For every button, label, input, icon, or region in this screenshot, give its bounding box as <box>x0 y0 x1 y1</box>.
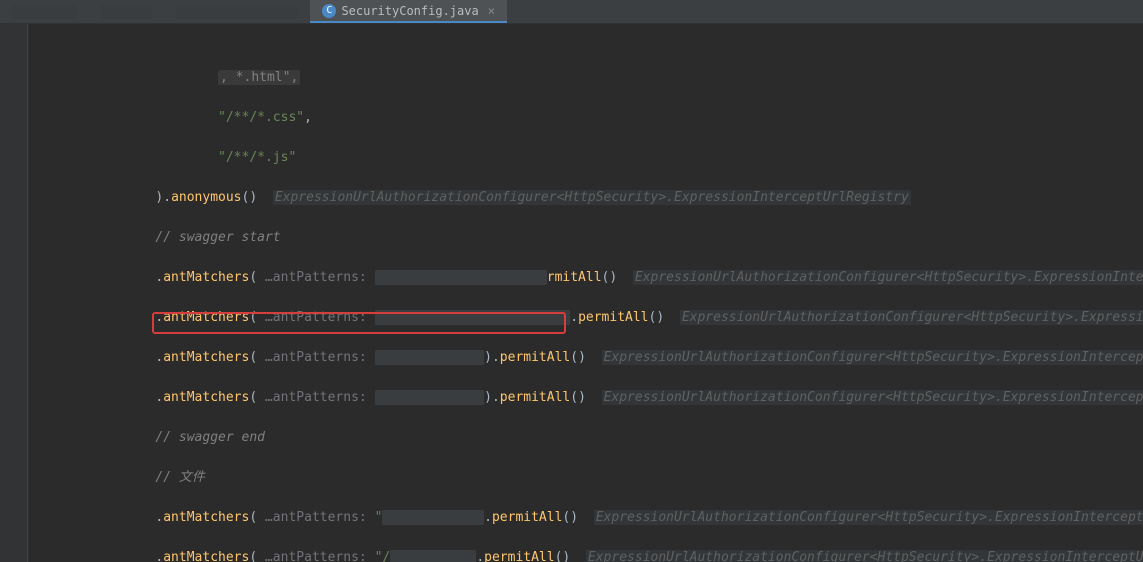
editor-tab-security-config[interactable]: C SecurityConfig.java × <box>310 0 507 23</box>
tab-label: SecurityConfig.java <box>341 4 478 18</box>
method-call: anonymous <box>171 190 241 205</box>
editor-tab-1[interactable]: xxxxxxxxx <box>0 0 89 23</box>
method-call: antMatchers <box>163 390 249 405</box>
method-call: antMatchers <box>163 310 249 325</box>
method-call: antMatchers <box>163 550 249 562</box>
editor-area: , *.html", "/**/*.css", "/**/*.js" ).ano… <box>0 24 1143 562</box>
close-tab-icon[interactable]: × <box>488 4 495 18</box>
editor-tab-2[interactable]: xxxxxxx <box>89 0 164 23</box>
comment: // 文件 <box>155 470 204 485</box>
string-literal: "/**/*.js" <box>218 150 296 165</box>
type-hint: ExpressionUrlAuthorizationConfigurer<Htt… <box>602 390 1143 405</box>
comment: // swagger end <box>155 430 265 445</box>
code-editor[interactable]: , *.html", "/**/*.css", "/**/*.js" ).ano… <box>28 24 1143 562</box>
method-call: antMatchers <box>163 270 249 285</box>
type-hint: ExpressionUrlAuthorizationConfigurer<Htt… <box>594 510 1143 525</box>
method-call: antMatchers <box>163 350 249 365</box>
type-hint: ExpressionUrlAuthorizationConfigurer<Htt… <box>680 310 1143 325</box>
editor-tab-bar: xxxxxxxxx xxxxxxx xxxxxxxxxxxxxxxxx C Se… <box>0 0 1143 24</box>
string-literal: "/**/*.css" <box>218 110 304 125</box>
comment: // swagger start <box>155 230 280 245</box>
method-call: antMatchers <box>163 510 249 525</box>
type-hint: ExpressionUrlAuthorizationConfigurer<Htt… <box>602 350 1143 365</box>
type-hint: ExpressionUrlAuthorizationConfigurer<Htt… <box>633 270 1143 285</box>
java-class-icon: C <box>322 4 336 18</box>
editor-gutter[interactable] <box>0 24 28 562</box>
type-hint: ExpressionUrlAuthorizationConfigurer<Htt… <box>586 550 1143 562</box>
editor-tab-3[interactable]: xxxxxxxxxxxxxxxxx <box>164 0 311 23</box>
folded-code[interactable]: , *.html", <box>218 70 300 85</box>
type-hint: ExpressionUrlAuthorizationConfigurer<Htt… <box>273 190 911 205</box>
